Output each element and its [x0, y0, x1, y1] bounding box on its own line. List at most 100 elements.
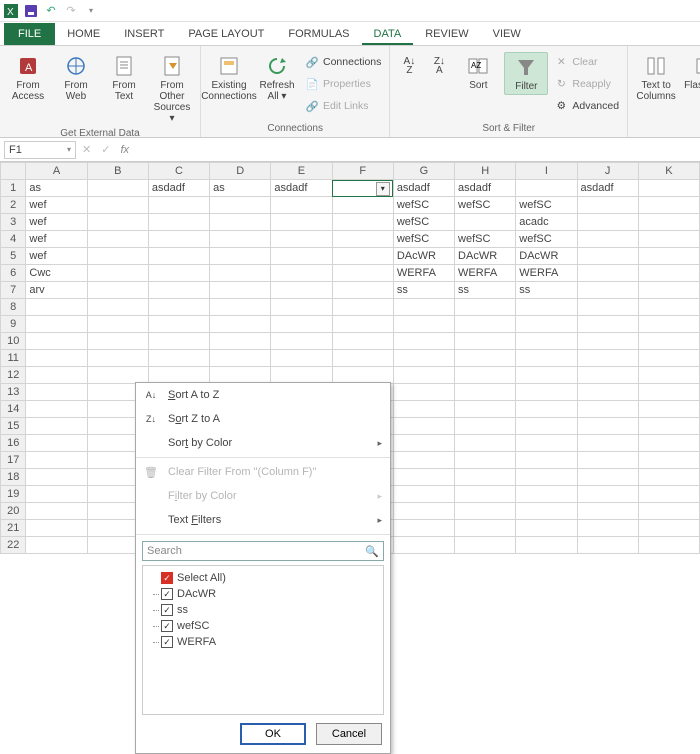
cell[interactable] — [210, 367, 271, 384]
cell[interactable] — [393, 384, 454, 401]
cell[interactable] — [332, 350, 393, 367]
cell[interactable] — [577, 520, 638, 537]
cell[interactable] — [210, 316, 271, 333]
cell[interactable] — [393, 401, 454, 418]
cell[interactable]: asdadf — [577, 180, 638, 197]
cell[interactable] — [577, 367, 638, 384]
cell[interactable] — [332, 316, 393, 333]
cell[interactable] — [271, 350, 332, 367]
cell[interactable] — [638, 367, 699, 384]
filter-checklist[interactable]: ✓Select All) ✓DAcWR ✓ss ✓wefSC ✓WERFA — [142, 565, 384, 715]
cell[interactable]: asdadf — [271, 180, 332, 197]
undo-icon[interactable]: ↶ — [44, 4, 58, 18]
cell[interactable]: asdadf — [148, 180, 209, 197]
cell[interactable] — [638, 537, 699, 554]
cell[interactable]: arv — [26, 282, 87, 299]
cell[interactable] — [455, 435, 516, 452]
tab-view[interactable]: VIEW — [481, 23, 533, 45]
row-header[interactable]: 9 — [1, 316, 26, 333]
cell[interactable] — [455, 418, 516, 435]
cell[interactable] — [638, 520, 699, 537]
cell[interactable] — [26, 316, 87, 333]
cell[interactable] — [148, 214, 209, 231]
filter-item[interactable]: ✓DAcWR — [149, 586, 377, 602]
cell[interactable] — [455, 214, 516, 231]
cell[interactable] — [148, 367, 209, 384]
cell[interactable] — [638, 503, 699, 520]
cell[interactable] — [577, 197, 638, 214]
cell[interactable] — [516, 299, 577, 316]
cell[interactable] — [638, 265, 699, 282]
cell[interactable] — [638, 282, 699, 299]
cell[interactable] — [638, 452, 699, 469]
cell[interactable] — [455, 333, 516, 350]
row-header[interactable]: 14 — [1, 401, 26, 418]
cell[interactable]: ▾ — [332, 180, 393, 197]
cell[interactable]: as — [26, 180, 87, 197]
menu-sort-az[interactable]: A↓Sort A to Z — [136, 383, 390, 407]
cell[interactable]: wefSC — [455, 197, 516, 214]
cell[interactable] — [577, 214, 638, 231]
cell[interactable] — [393, 367, 454, 384]
cell[interactable] — [516, 350, 577, 367]
cell[interactable] — [332, 248, 393, 265]
cell[interactable] — [577, 333, 638, 350]
cell[interactable] — [577, 350, 638, 367]
cell[interactable] — [577, 265, 638, 282]
cell[interactable] — [87, 248, 148, 265]
cell[interactable]: wefSC — [516, 231, 577, 248]
cell[interactable] — [577, 231, 638, 248]
cell[interactable] — [393, 503, 454, 520]
cell[interactable] — [638, 384, 699, 401]
cell[interactable] — [577, 486, 638, 503]
clear-button[interactable]: ✕Clear — [552, 52, 621, 72]
cell[interactable] — [148, 350, 209, 367]
row-header[interactable]: 18 — [1, 469, 26, 486]
cell[interactable] — [148, 265, 209, 282]
row-header[interactable]: 17 — [1, 452, 26, 469]
cell[interactable] — [26, 503, 87, 520]
cell[interactable] — [577, 418, 638, 435]
cell[interactable]: ss — [393, 282, 454, 299]
cell[interactable] — [577, 282, 638, 299]
cell[interactable]: wefSC — [516, 197, 577, 214]
cell[interactable] — [87, 197, 148, 214]
text-to-columns-button[interactable]: Text to Columns — [634, 52, 678, 104]
cell[interactable] — [516, 486, 577, 503]
cell[interactable] — [332, 282, 393, 299]
from-other-sources-button[interactable]: From Other Sources ▾ — [150, 52, 194, 126]
cell[interactable]: DAcWR — [393, 248, 454, 265]
cell[interactable] — [577, 401, 638, 418]
row-header[interactable]: 4 — [1, 231, 26, 248]
cell[interactable] — [87, 214, 148, 231]
cell[interactable] — [148, 299, 209, 316]
cell[interactable] — [87, 265, 148, 282]
cell[interactable]: wef — [26, 197, 87, 214]
cell[interactable] — [393, 537, 454, 554]
cell[interactable]: Cwc — [26, 265, 87, 282]
enter-icon[interactable]: ✓ — [101, 143, 110, 156]
cell[interactable]: wefSC — [393, 214, 454, 231]
cell[interactable] — [638, 231, 699, 248]
cell[interactable] — [516, 316, 577, 333]
cell[interactable] — [455, 537, 516, 554]
cell[interactable] — [638, 401, 699, 418]
cell[interactable] — [393, 350, 454, 367]
cell[interactable] — [577, 248, 638, 265]
row-header[interactable]: 7 — [1, 282, 26, 299]
cell[interactable] — [516, 384, 577, 401]
col-header[interactable]: A — [26, 163, 87, 180]
row-header[interactable]: 15 — [1, 418, 26, 435]
cell[interactable] — [393, 469, 454, 486]
cell[interactable] — [148, 248, 209, 265]
tab-review[interactable]: REVIEW — [413, 23, 480, 45]
cell[interactable] — [516, 333, 577, 350]
cell[interactable] — [393, 418, 454, 435]
cell[interactable] — [577, 537, 638, 554]
cell[interactable]: WERFA — [455, 265, 516, 282]
cell[interactable]: DAcWR — [455, 248, 516, 265]
cell[interactable]: wef — [26, 231, 87, 248]
sort-button[interactable]: AZSort — [456, 52, 500, 93]
cell[interactable] — [271, 367, 332, 384]
cell[interactable] — [332, 214, 393, 231]
